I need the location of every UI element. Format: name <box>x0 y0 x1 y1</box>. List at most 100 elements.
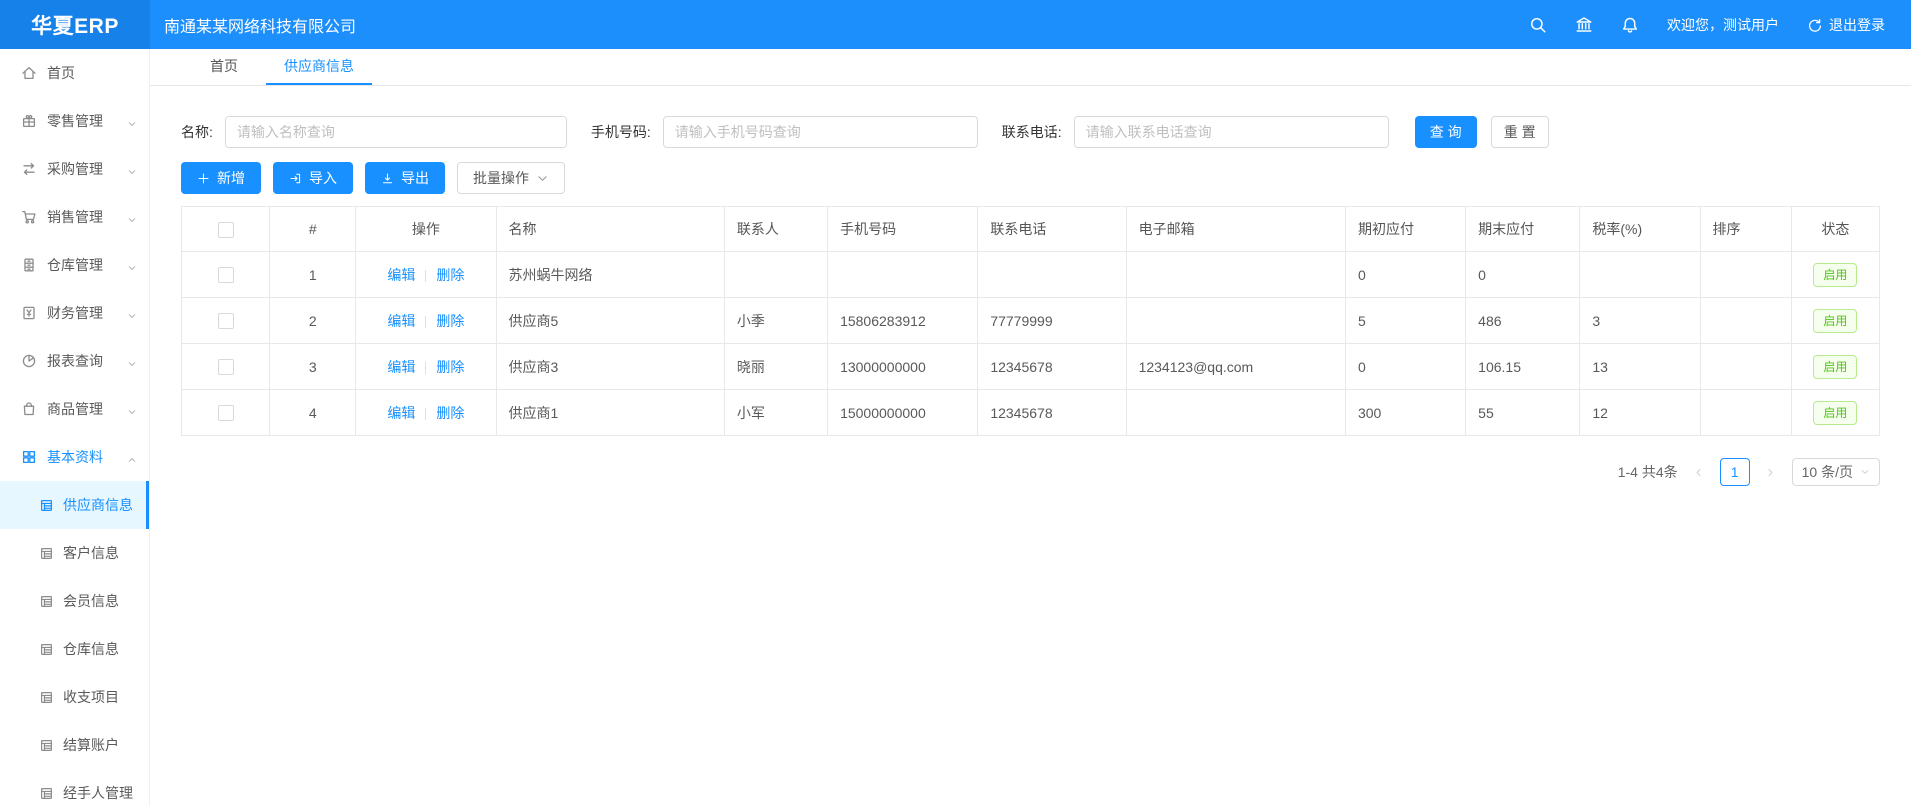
page-size-select[interactable]: 10 条/页 <box>1792 458 1880 486</box>
row-checkbox[interactable] <box>218 359 234 375</box>
row-phone-cell: 15000000000 <box>828 390 978 436</box>
report-pie-icon <box>21 353 37 369</box>
bell-icon[interactable] <box>1621 16 1639 34</box>
sidebar-item-label: 报表查询 <box>47 351 103 371</box>
row-status-cell: 启用 <box>1791 390 1879 436</box>
row-name-cell: 供应商3 <box>496 344 724 390</box>
sidebar-subitem[interactable]: 供应商信息 <box>0 481 149 529</box>
chevron-down-icon <box>1860 467 1870 477</box>
chevron-right-icon <box>1765 467 1776 478</box>
logout-button[interactable]: 退出登录 <box>1807 15 1885 35</box>
next-page-button[interactable] <box>1760 458 1782 486</box>
reset-button[interactable]: 重 置 <box>1491 116 1549 148</box>
sidebar-subitem[interactable]: 收支项目 <box>0 673 149 721</box>
row-status-cell: 启用 <box>1791 252 1879 298</box>
row-tax-cell <box>1580 252 1700 298</box>
sidebar-menu: 首页零售管理采购管理销售管理仓库管理财务管理报表查询商品管理基本资料供应商信息客… <box>0 49 149 806</box>
sidebar-subitem[interactable]: 仓库信息 <box>0 625 149 673</box>
query-button[interactable]: 查 询 <box>1415 116 1477 148</box>
row-tax-cell: 12 <box>1580 390 1700 436</box>
row-select-cell <box>182 390 270 436</box>
action-divider <box>425 362 426 374</box>
select-all-checkbox[interactable] <box>218 222 234 238</box>
status-badge: 启用 <box>1813 355 1857 379</box>
chevron-up-icon <box>127 452 137 462</box>
doc-list-icon <box>39 594 54 609</box>
search-input[interactable] <box>225 116 567 148</box>
row-checkbox[interactable] <box>218 405 234 421</box>
sidebar-item[interactable]: 首页 <box>0 49 149 97</box>
column-header: 税率(%) <box>1580 207 1700 252</box>
row-index-cell: 2 <box>270 298 356 344</box>
app-header: 华夏ERP 南通某某网络科技有限公司 欢迎您，测试用户 退出登录 <box>0 0 1911 49</box>
delete-link[interactable]: 删除 <box>436 267 464 283</box>
row-checkbox[interactable] <box>218 267 234 283</box>
tab-active[interactable]: 供应商信息 <box>266 49 372 85</box>
column-header: 操作 <box>356 207 496 252</box>
sidebar-item-label: 零售管理 <box>47 111 103 131</box>
status-badge: 启用 <box>1813 263 1857 287</box>
row-tel-cell <box>978 252 1126 298</box>
current-page-button[interactable]: 1 <box>1720 458 1750 486</box>
batch-actions-label: 批量操作 <box>473 168 529 188</box>
export-button[interactable]: 导出 <box>365 162 445 194</box>
row-name-cell: 苏州蜗牛网络 <box>496 252 724 298</box>
action-divider <box>425 408 426 420</box>
edit-link[interactable]: 编辑 <box>387 405 415 421</box>
sidebar-item[interactable]: 销售管理 <box>0 193 149 241</box>
sidebar-item[interactable]: 报表查询 <box>0 337 149 385</box>
row-sort-cell <box>1700 390 1791 436</box>
sidebar-subitem-label: 会员信息 <box>63 591 119 611</box>
sidebar-subitem-label: 供应商信息 <box>63 495 133 515</box>
add-button-label: 新增 <box>217 168 245 188</box>
delete-link[interactable]: 删除 <box>436 359 464 375</box>
sidebar-subitem[interactable]: 客户信息 <box>0 529 149 577</box>
sidebar-subitem[interactable]: 会员信息 <box>0 577 149 625</box>
row-phone-cell: 15806283912 <box>828 298 978 344</box>
edit-link[interactable]: 编辑 <box>387 313 415 329</box>
row-actions-cell: 编辑 删除 <box>356 344 496 390</box>
status-badge: 启用 <box>1813 401 1857 425</box>
search-input[interactable] <box>663 116 978 148</box>
edit-link[interactable]: 编辑 <box>387 267 415 283</box>
main-content: 首页供应商信息 名称:手机号码:联系电话: 查 询 重 置 新增 导入 导出 批… <box>150 49 1911 806</box>
select-all-header-cell <box>182 207 270 252</box>
sidebar-subitem-label: 仓库信息 <box>63 639 119 659</box>
sidebar-item[interactable]: 采购管理 <box>0 145 149 193</box>
sidebar-item[interactable]: 仓库管理 <box>0 241 149 289</box>
sidebar-item[interactable]: 基本资料 <box>0 433 149 481</box>
delete-link[interactable]: 删除 <box>436 313 464 329</box>
row-contact-cell: 晓丽 <box>724 344 827 390</box>
row-checkbox[interactable] <box>218 313 234 329</box>
sidebar: 首页零售管理采购管理销售管理仓库管理财务管理报表查询商品管理基本资料供应商信息客… <box>0 49 150 806</box>
tab-item[interactable]: 首页 <box>192 49 256 85</box>
search-icon[interactable] <box>1529 16 1547 34</box>
delete-link[interactable]: 删除 <box>436 405 464 421</box>
sidebar-item[interactable]: 零售管理 <box>0 97 149 145</box>
column-header: 手机号码 <box>828 207 978 252</box>
add-button[interactable]: 新增 <box>181 162 261 194</box>
export-icon <box>381 172 394 185</box>
row-actions-cell: 编辑 删除 <box>356 298 496 344</box>
row-email-cell: 1234123@qq.com <box>1126 344 1345 390</box>
prev-page-button[interactable] <box>1688 458 1710 486</box>
edit-link[interactable]: 编辑 <box>387 359 415 375</box>
row-contact-cell: 小季 <box>724 298 827 344</box>
chevron-down-icon <box>127 356 137 366</box>
batch-actions-button[interactable]: 批量操作 <box>457 162 565 194</box>
row-end-payable-cell: 55 <box>1466 390 1580 436</box>
sidebar-item-label: 商品管理 <box>47 399 103 419</box>
bank-icon[interactable] <box>1575 16 1593 34</box>
search-input[interactable] <box>1074 116 1389 148</box>
welcome-text: 欢迎您，测试用户 <box>1667 15 1779 35</box>
sidebar-item[interactable]: 商品管理 <box>0 385 149 433</box>
sidebar-subitem[interactable]: 结算账户 <box>0 721 149 769</box>
import-button[interactable]: 导入 <box>273 162 353 194</box>
import-button-label: 导入 <box>309 168 337 188</box>
row-email-cell <box>1126 390 1345 436</box>
search-field-label: 联系电话: <box>1002 122 1062 142</box>
row-begin-payable-cell: 0 <box>1345 252 1465 298</box>
sidebar-subitem[interactable]: 经手人管理 <box>0 769 149 806</box>
table-row: 2编辑删除供应商5小季158062839127777999954863启用 <box>182 298 1880 344</box>
sidebar-item[interactable]: 财务管理 <box>0 289 149 337</box>
